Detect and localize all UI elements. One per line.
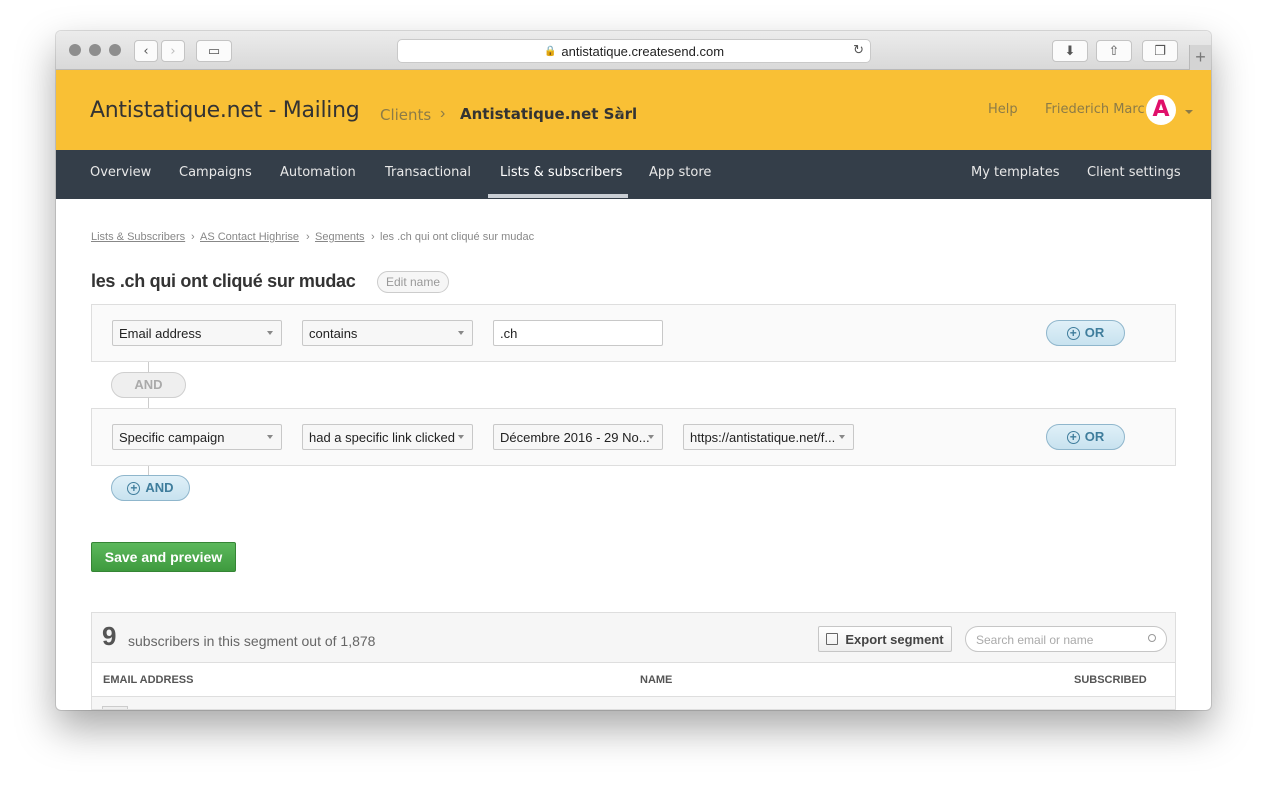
plus-circle-icon: + xyxy=(1066,430,1080,444)
select-value: Décembre 2016 - 29 No... xyxy=(500,430,650,445)
nav-overview[interactable]: Overview xyxy=(90,165,151,180)
results-summary: subscribers in this segment out of 1,878 xyxy=(128,633,376,649)
url-text: antistatique.createsend.com xyxy=(561,43,725,59)
select-value: https://antistatique.net/f... xyxy=(690,430,836,445)
and-label: AND xyxy=(145,480,174,495)
nav-client-settings[interactable]: Client settings xyxy=(1087,165,1181,180)
rule-value-input[interactable]: .ch xyxy=(493,320,663,346)
main-nav: Overview Campaigns Automation Transactio… xyxy=(56,150,1211,199)
select-value: Specific campaign xyxy=(119,430,225,445)
plus-icon: + xyxy=(1195,47,1206,67)
rule-campaign-select[interactable]: Décembre 2016 - 29 No... xyxy=(493,424,663,450)
new-tab-button[interactable]: + xyxy=(1189,45,1211,70)
brand-title[interactable]: Antistatique.net - Mailing xyxy=(90,98,360,123)
active-tab-indicator xyxy=(488,194,628,198)
browser-toolbar: ‹ › ▭ 🔒 antistatique.createsend.com ↻ ⬇ … xyxy=(56,31,1211,70)
chevron-down-icon xyxy=(648,435,654,439)
nav-my-templates[interactable]: My templates xyxy=(971,165,1060,180)
lock-icon: 🔒 xyxy=(543,45,557,57)
nav-lists-subscribers[interactable]: Lists & subscribers xyxy=(500,165,622,180)
reload-icon[interactable]: ↻ xyxy=(853,43,864,58)
or-label: OR xyxy=(1084,325,1105,340)
help-link[interactable]: Help xyxy=(988,102,1018,117)
breadcrumb-segments[interactable]: Segments xyxy=(315,231,365,243)
breadcrumb-current: les .ch qui ont cliqué sur mudac xyxy=(380,231,535,243)
search-placeholder: Search email or name xyxy=(976,633,1094,647)
or-label: OR xyxy=(1084,429,1105,444)
export-label: Export segment xyxy=(845,631,944,647)
and-connector: AND xyxy=(111,372,186,398)
forward-button[interactable]: › xyxy=(161,40,185,62)
select-value: contains xyxy=(309,326,358,341)
row-checkbox[interactable] xyxy=(102,706,128,709)
chevron-down-icon xyxy=(458,435,464,439)
app-header: Antistatique.net - Mailing Clients › Ant… xyxy=(56,70,1211,150)
chevron-right-icon: › xyxy=(170,43,176,59)
zoom-window-button[interactable] xyxy=(109,44,121,56)
save-and-preview-button[interactable]: Save and preview xyxy=(91,542,236,572)
breadcrumb-separator: › xyxy=(371,231,375,243)
subscriber-count: 9 xyxy=(102,621,117,651)
avatar[interactable]: A xyxy=(1146,95,1176,125)
search-icon xyxy=(1148,634,1156,642)
client-switcher[interactable]: Antistatique.net Sàrl xyxy=(460,105,637,123)
plus-circle-icon: + xyxy=(127,481,141,495)
export-icon xyxy=(826,633,839,645)
minimize-window-button[interactable] xyxy=(89,44,101,56)
rule-group-2: Specific campaign had a specific link cl… xyxy=(91,408,1176,466)
rule-link-select[interactable]: https://antistatique.net/f... xyxy=(683,424,854,450)
header-separator: › xyxy=(440,105,446,122)
rule-field-select[interactable]: Specific campaign xyxy=(112,424,282,450)
nav-automation[interactable]: Automation xyxy=(280,165,356,180)
export-segment-button[interactable]: Export segment xyxy=(818,626,952,652)
add-or-button[interactable]: + OR xyxy=(1046,320,1125,346)
rule-field-select[interactable]: Email address xyxy=(112,320,282,346)
nav-app-store[interactable]: App store xyxy=(649,165,711,180)
user-menu[interactable]: Friederich Marc xyxy=(1045,102,1145,117)
tabs-overview-button[interactable]: ❐ xyxy=(1142,40,1178,62)
chevron-down-icon[interactable] xyxy=(616,112,624,116)
clients-link[interactable]: Clients xyxy=(380,106,431,124)
chevron-down-icon xyxy=(267,331,273,335)
download-icon: ⬇ xyxy=(1064,43,1076,59)
edit-name-button[interactable]: Edit name xyxy=(377,271,450,293)
plus-circle-icon: + xyxy=(1066,326,1080,340)
chevron-down-icon[interactable] xyxy=(1185,110,1193,114)
add-or-button[interactable]: + OR xyxy=(1046,424,1125,450)
rule-operator-select[interactable]: had a specific link clicked xyxy=(302,424,473,450)
back-button[interactable]: ‹ xyxy=(134,40,158,62)
chevron-down-icon xyxy=(458,331,464,335)
chevron-down-icon xyxy=(267,435,273,439)
select-value: had a specific link clicked xyxy=(309,430,455,445)
share-button[interactable]: ⇧ xyxy=(1096,40,1132,62)
breadcrumb-lists-subscribers[interactable]: Lists & Subscribers xyxy=(91,231,185,243)
tabs-icon: ❐ xyxy=(1154,43,1166,59)
breadcrumb-separator: › xyxy=(306,231,310,243)
address-bar[interactable]: 🔒 antistatique.createsend.com ↻ xyxy=(397,39,871,63)
breadcrumb-separator: › xyxy=(191,231,195,243)
column-name[interactable]: NAME xyxy=(640,674,672,686)
add-and-button[interactable]: + AND xyxy=(111,475,190,501)
sidebar-button[interactable]: ▭ xyxy=(196,40,232,62)
sidebar-icon: ▭ xyxy=(207,43,221,59)
rule-group-1: Email address contains .ch + OR xyxy=(91,304,1176,362)
column-email-address[interactable]: EMAIL ADDRESS xyxy=(103,674,193,686)
search-input[interactable]: Search email or name xyxy=(965,626,1167,652)
breadcrumb-list[interactable]: AS Contact Highrise xyxy=(200,231,299,243)
nav-campaigns[interactable]: Campaigns xyxy=(179,165,252,180)
share-icon: ⇧ xyxy=(1108,43,1120,59)
browser-window: ‹ › ▭ 🔒 antistatique.createsend.com ↻ ⬇ … xyxy=(56,31,1211,710)
page-title: les .ch qui ont cliqué sur mudac xyxy=(91,271,356,291)
close-window-button[interactable] xyxy=(69,44,81,56)
rule-operator-select[interactable]: contains xyxy=(302,320,473,346)
column-subscribed[interactable]: SUBSCRIBED xyxy=(1074,674,1147,686)
select-value: Email address xyxy=(119,326,202,341)
chevron-left-icon: ‹ xyxy=(143,43,149,59)
table-header: EMAIL ADDRESS NAME SUBSCRIBED xyxy=(92,662,1175,697)
chevron-down-icon xyxy=(839,435,845,439)
results-panel: 9 subscribers in this segment out of 1,8… xyxy=(91,612,1176,710)
downloads-button[interactable]: ⬇ xyxy=(1052,40,1088,62)
nav-transactional[interactable]: Transactional xyxy=(385,165,471,180)
